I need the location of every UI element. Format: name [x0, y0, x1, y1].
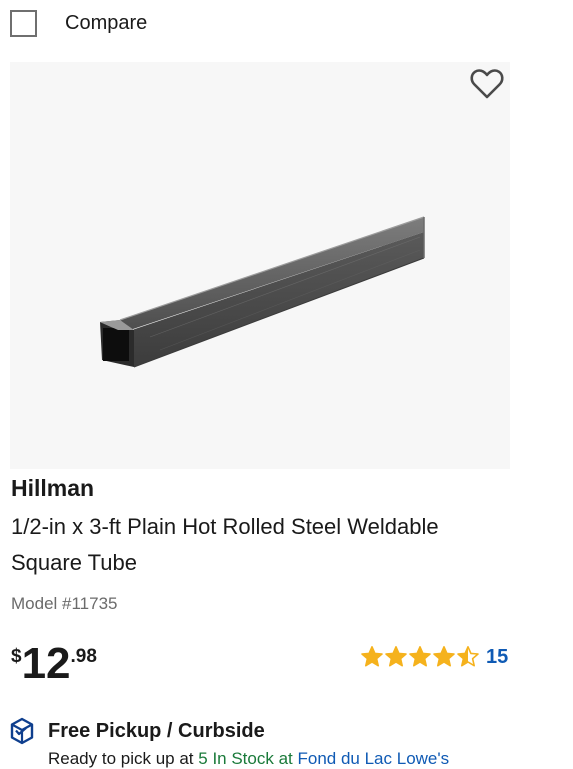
- compare-checkbox[interactable]: [10, 9, 37, 37]
- star-icon: [433, 646, 455, 667]
- pickup-store-link[interactable]: Fond du Lac Lowe's: [298, 749, 450, 768]
- product-price: $ 12 .98: [11, 640, 97, 688]
- star-icon: [409, 646, 431, 667]
- product-rating[interactable]: 15: [360, 645, 508, 669]
- price-cents: .98: [70, 646, 97, 667]
- compare-label[interactable]: Compare: [65, 12, 147, 35]
- product-image-container[interactable]: [10, 62, 510, 469]
- product-image[interactable]: [10, 62, 510, 469]
- review-count-link[interactable]: 15: [486, 646, 508, 669]
- pickup-row: Free Pickup / Curbside: [10, 717, 265, 745]
- heart-outline-icon[interactable]: [470, 68, 504, 100]
- rating-stars: [360, 645, 480, 669]
- star-icon: [385, 646, 407, 667]
- star-icon: [457, 646, 479, 667]
- compare-row[interactable]: Compare: [10, 8, 147, 38]
- price-currency: $: [11, 646, 22, 667]
- pickup-details: Ready to pick up at 5 In Stock at Fond d…: [48, 749, 449, 769]
- star-icon: [361, 646, 383, 667]
- pickup-stock-text: 5 In Stock at: [198, 749, 293, 768]
- product-title[interactable]: 1/2-in x 3-ft Plain Hot Rolled Steel Wel…: [11, 509, 511, 581]
- product-brand[interactable]: Hillman: [11, 475, 94, 502]
- pickup-label: Free Pickup / Curbside: [48, 719, 265, 742]
- pickup-ready-text: Ready to pick up at: [48, 749, 194, 768]
- price-dollars: 12: [21, 639, 71, 688]
- product-model: Model #11735: [11, 594, 118, 613]
- pickup-box-icon: [10, 717, 34, 745]
